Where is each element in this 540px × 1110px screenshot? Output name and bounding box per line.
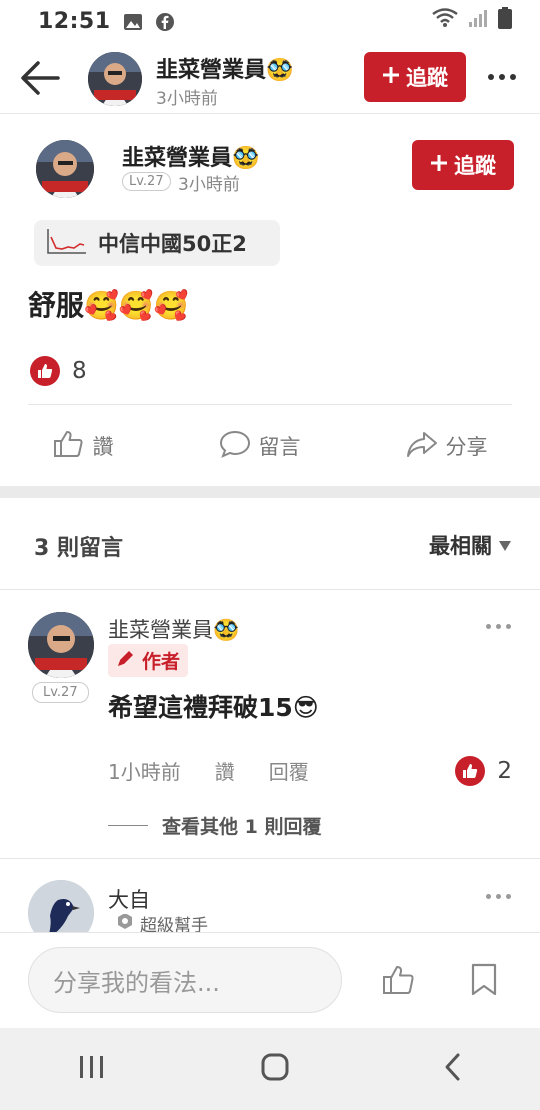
post-like-count[interactable]: 8 [30, 356, 87, 386]
stock-tag[interactable]: 中信中國50正2 [34, 220, 280, 266]
helper-badge-label: 超級幫手 [140, 915, 208, 933]
home-icon[interactable] [260, 1052, 290, 1086]
view-more-replies[interactable]: 查看其他 1 則回覆 [108, 812, 321, 839]
stock-chart-icon [46, 227, 88, 260]
gallery-icon [123, 12, 143, 30]
header-username[interactable]: 韭菜營業員🥸 [156, 52, 293, 84]
comment-like-count[interactable]: 2 [455, 756, 512, 786]
sort-label: 最相關 [429, 534, 492, 558]
comment-meta: 1小時前 讚 回覆 [108, 756, 309, 785]
comment-more-icon[interactable] [486, 624, 511, 629]
back-nav-icon[interactable] [443, 1052, 463, 1086]
bookmark-icon[interactable] [470, 963, 498, 1001]
pencil-icon [116, 648, 136, 673]
like-label: 讚 [92, 435, 114, 459]
comment-more-icon[interactable] [486, 894, 511, 899]
post-username[interactable]: 韭菜營業員🥸 [122, 140, 259, 172]
header-follow-button[interactable]: 追蹤 [364, 52, 466, 102]
wifi-icon [432, 8, 458, 34]
comment-bubble-icon [219, 429, 251, 464]
comment-button[interactable]: 留言 [219, 429, 301, 464]
stock-tag-label: 中信中國50正2 [98, 232, 247, 256]
comment-text: 希望這禮拜破15😎 [108, 693, 319, 722]
helper-badge: 超級幫手 [116, 914, 208, 932]
signal-icon [468, 8, 488, 34]
share-label: 分享 [445, 435, 488, 459]
composer-bar: 分享我的看法... [0, 932, 540, 1028]
comment-like-value: 2 [497, 758, 512, 784]
thumbs-up-outline-icon [53, 429, 85, 464]
recent-apps-icon[interactable] [77, 1053, 107, 1085]
divider [28, 404, 512, 405]
battery-icon [498, 7, 512, 35]
author-badge: 作者 [108, 644, 189, 677]
comments-count: 3 則留言 [34, 536, 123, 561]
comment-level-badge: Lv.27 [32, 682, 89, 703]
post-time: 3小時前 [178, 175, 240, 195]
plus-icon [382, 65, 400, 89]
comment-label: 留言 [258, 435, 301, 459]
post-avatar[interactable] [36, 140, 94, 198]
dash-line [108, 825, 148, 826]
share-arrow-icon [406, 429, 438, 464]
comment-reply-button[interactable]: 回覆 [269, 756, 309, 785]
section-separator [0, 486, 540, 498]
caret-down-icon [498, 533, 512, 557]
author-label: 作者 [142, 651, 181, 673]
comment-time: 1小時前 [108, 760, 181, 784]
sort-dropdown[interactable]: 最相關 [429, 530, 512, 560]
top-bar: 韭菜營業員🥸 3小時前 追蹤 [0, 42, 540, 114]
avatar[interactable] [88, 52, 142, 106]
comment-like-button[interactable]: 讚 [215, 756, 235, 785]
comment-avatar[interactable] [28, 612, 94, 678]
like-button[interactable]: 讚 [53, 429, 114, 464]
status-bar: 12:51 [0, 0, 540, 42]
header-time: 3小時前 [156, 89, 218, 109]
more-options-icon[interactable] [488, 74, 516, 80]
follow-label: 追蹤 [454, 154, 496, 178]
post-level-badge: Lv.27 [122, 172, 171, 191]
like-post-icon[interactable] [382, 963, 416, 1001]
like-count-value: 8 [72, 358, 87, 384]
comment-username[interactable]: 韭菜營業員🥸 [108, 614, 239, 644]
thumbs-up-icon [455, 756, 486, 786]
comment-username[interactable]: 大自 [108, 884, 150, 914]
view-more-label: 查看其他 1 則回覆 [162, 816, 322, 838]
system-nav-bar [0, 1028, 540, 1110]
plus-icon [430, 153, 448, 177]
post-content: 舒服🥰🥰🥰 [28, 289, 189, 322]
status-time: 12:51 [38, 8, 111, 34]
badge-icon [116, 914, 134, 932]
post-follow-button[interactable]: 追蹤 [412, 140, 514, 190]
comment-input[interactable]: 分享我的看法... [28, 947, 342, 1013]
facebook-icon [155, 12, 175, 31]
post-actions: 讚 留言 分享 [0, 416, 540, 476]
thumbs-up-icon [30, 356, 60, 386]
follow-label: 追蹤 [406, 66, 448, 90]
share-button[interactable]: 分享 [406, 429, 488, 464]
back-arrow-icon[interactable] [18, 56, 62, 100]
divider [0, 858, 540, 859]
comments-header: 3 則留言 最相關 [0, 500, 540, 590]
